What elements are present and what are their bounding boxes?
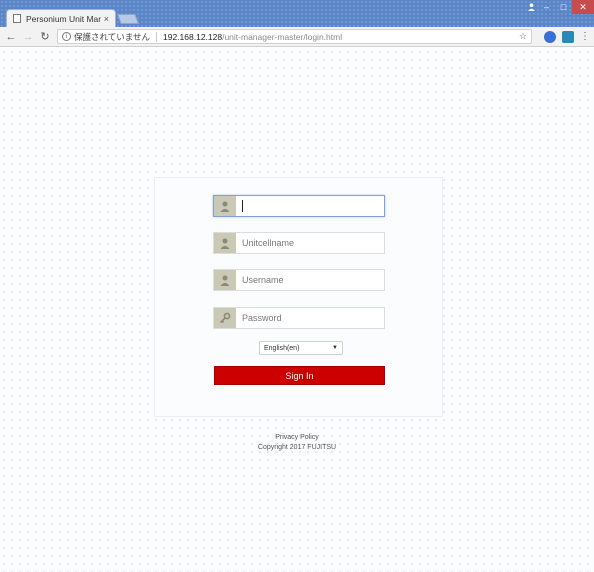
menu-icon[interactable]: ⋮ xyxy=(580,31,590,42)
password-input[interactable] xyxy=(236,309,376,327)
close-window-icon[interactable]: ✕ xyxy=(572,0,594,14)
sign-in-button[interactable]: Sign In xyxy=(214,366,385,385)
extension-icon[interactable] xyxy=(562,30,574,43)
unitcellname-field[interactable] xyxy=(213,232,385,254)
user-icon xyxy=(214,196,236,216)
extension-icon[interactable] xyxy=(544,30,556,43)
page-icon xyxy=(13,14,21,23)
maximize-icon[interactable]: □ xyxy=(555,0,572,14)
tab-title: Personium Unit Mana xyxy=(26,13,101,24)
browser-tabstrip: Personium Unit Mana × – □ ✕ xyxy=(0,0,594,27)
username-field[interactable] xyxy=(213,269,385,291)
first-field[interactable] xyxy=(213,195,385,217)
forward-icon[interactable]: → xyxy=(21,30,35,44)
password-field[interactable] xyxy=(213,307,385,329)
language-selected: English(en) xyxy=(264,344,300,352)
browser-toolbar: ← → ↻ i 保護されていません 192.168.12.128/unit-ma… xyxy=(0,27,594,47)
chevron-down-icon: ▼ xyxy=(332,345,338,351)
tab-close-icon[interactable]: × xyxy=(104,14,109,24)
copyright-text: Copyright 2017 FUJITSU xyxy=(257,444,337,451)
address-bar[interactable]: i 保護されていません 192.168.12.128/unit-manager-… xyxy=(57,29,532,44)
url-host: 192.168.12.128 xyxy=(163,31,223,42)
new-tab-button[interactable] xyxy=(117,14,139,24)
minimize-icon[interactable]: – xyxy=(538,0,555,14)
page-footer: Privacy Policy Copyright 2017 FUJITSU xyxy=(0,433,594,453)
login-card: English(en) ▼ Sign In xyxy=(154,177,443,417)
text-cursor xyxy=(242,200,243,212)
profile-icon[interactable] xyxy=(524,0,538,14)
url-path: /unit-manager-master/login.html xyxy=(222,31,343,42)
privacy-policy-link[interactable]: Privacy Policy xyxy=(0,433,594,443)
reload-icon[interactable]: ↻ xyxy=(38,30,52,44)
key-icon xyxy=(214,308,236,328)
security-status: 保護されていません xyxy=(74,31,150,42)
first-input[interactable] xyxy=(236,197,376,215)
back-icon[interactable]: ← xyxy=(4,30,18,44)
browser-tab[interactable]: Personium Unit Mana × xyxy=(6,9,116,27)
info-icon[interactable]: i xyxy=(62,32,71,41)
user-icon xyxy=(214,233,236,253)
username-input[interactable] xyxy=(236,271,376,289)
bookmark-star-icon[interactable]: ☆ xyxy=(519,31,527,42)
language-select[interactable]: English(en) ▼ xyxy=(259,341,343,355)
window-controls: – □ ✕ xyxy=(524,0,594,14)
user-icon xyxy=(214,270,236,290)
unitcellname-input[interactable] xyxy=(236,234,376,252)
login-page: English(en) ▼ Sign In Privacy Policy Cop… xyxy=(0,48,594,572)
